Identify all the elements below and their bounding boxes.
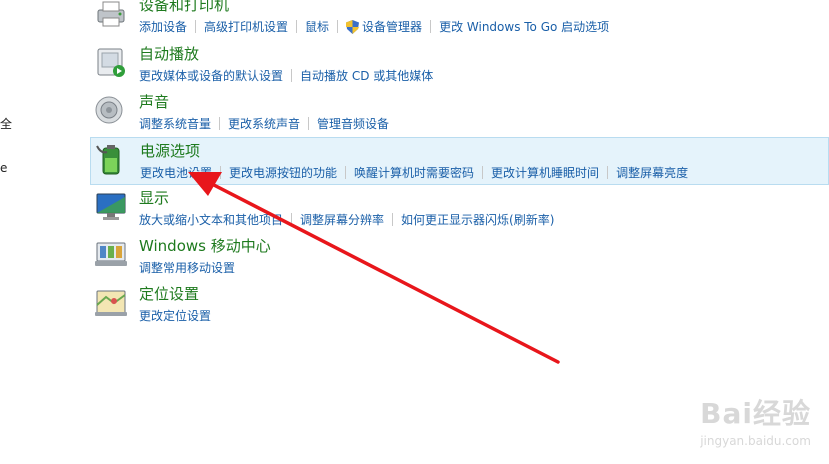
separator	[195, 20, 197, 33]
separator	[219, 117, 221, 130]
watermark-url: jingyan.baidu.com	[700, 434, 811, 448]
category-title[interactable]: 定位设置	[139, 283, 199, 304]
separator	[291, 69, 293, 82]
category-title[interactable]: 电源选项	[140, 140, 200, 161]
link-add-device[interactable]: 添加设备	[139, 18, 187, 35]
category-autoplay: 自动播放 更改媒体或设备的默认设置 自动播放 CD 或其他媒体	[90, 41, 829, 89]
link-mobility-settings[interactable]: 调整常用移动设置	[139, 259, 235, 276]
uac-shield-icon	[346, 19, 360, 34]
category-power-options[interactable]: 电源选项 更改电池设置 更改电源按钮的功能 唤醒计算机时需要密码 更改计算机睡眠…	[90, 137, 829, 185]
link-device-manager[interactable]: 设备管理器	[362, 18, 422, 35]
separator	[291, 213, 293, 226]
link-text-size[interactable]: 放大或缩小文本和其他项目	[139, 211, 283, 228]
category-sound: 声音 调整系统音量 更改系统声音 管理音频设备	[90, 89, 829, 137]
separator	[337, 20, 339, 33]
watermark-logo: Bai经验	[700, 397, 811, 430]
category-title[interactable]: 显示	[139, 187, 169, 208]
link-refresh-rate[interactable]: 如何更正显示器闪烁(刷新率)	[401, 211, 554, 228]
location-icon	[95, 290, 127, 316]
link-screen-resolution[interactable]: 调整屏幕分辨率	[300, 211, 384, 228]
link-change-system-sounds[interactable]: 更改系统声音	[228, 115, 300, 132]
separator	[607, 166, 609, 179]
category-title[interactable]: 自动播放	[139, 43, 199, 64]
category-title[interactable]: 设备和打印机	[139, 0, 229, 15]
separator	[308, 117, 310, 130]
link-adjust-brightness[interactable]: 调整屏幕亮度	[616, 164, 688, 181]
category-title[interactable]: 声音	[139, 91, 169, 112]
separator	[430, 20, 432, 33]
battery-icon	[96, 145, 120, 175]
mobility-center-icon	[95, 242, 127, 266]
printer-icon	[97, 1, 125, 27]
link-manage-audio-devices[interactable]: 管理音频设备	[317, 115, 389, 132]
monitor-icon	[96, 193, 126, 220]
link-change-battery-settings[interactable]: 更改电池设置	[140, 164, 212, 181]
category-display: 显示 放大或缩小文本和其他项目 调整屏幕分辨率 如何更正显示器闪烁(刷新率)	[90, 185, 829, 233]
category-location-settings: 定位设置 更改定位设置	[90, 281, 829, 329]
link-adjust-volume[interactable]: 调整系统音量	[139, 115, 211, 132]
sidebar-fragment-2[interactable]: e	[0, 161, 7, 175]
separator	[296, 20, 298, 33]
link-require-password-wake[interactable]: 唤醒计算机时需要密码	[354, 164, 474, 181]
link-mouse[interactable]: 鼠标	[305, 18, 329, 35]
link-advanced-printer-settings[interactable]: 高级打印机设置	[204, 18, 288, 35]
category-devices-printers: 设备和打印机 添加设备 高级打印机设置 鼠标 设备管理器 更改 Windows …	[90, 0, 829, 40]
link-power-button-function[interactable]: 更改电源按钮的功能	[229, 164, 337, 181]
baidu-watermark: Bai经验 jingyan.baidu.com	[700, 392, 811, 448]
link-windows-to-go[interactable]: 更改 Windows To Go 启动选项	[439, 18, 609, 35]
separator	[482, 166, 484, 179]
speaker-icon	[95, 96, 123, 124]
link-change-sleep-time[interactable]: 更改计算机睡眠时间	[491, 164, 599, 181]
link-change-location-settings[interactable]: 更改定位设置	[139, 307, 211, 324]
autoplay-icon	[97, 48, 125, 77]
link-media-default-settings[interactable]: 更改媒体或设备的默认设置	[139, 67, 283, 84]
separator	[220, 166, 222, 179]
separator	[345, 166, 347, 179]
sidebar-fragment-1[interactable]: 全	[0, 115, 12, 132]
separator	[392, 213, 394, 226]
link-autoplay-cd[interactable]: 自动播放 CD 或其他媒体	[300, 67, 433, 84]
category-title[interactable]: Windows 移动中心	[139, 235, 271, 256]
category-mobility-center: Windows 移动中心 调整常用移动设置	[90, 233, 829, 281]
